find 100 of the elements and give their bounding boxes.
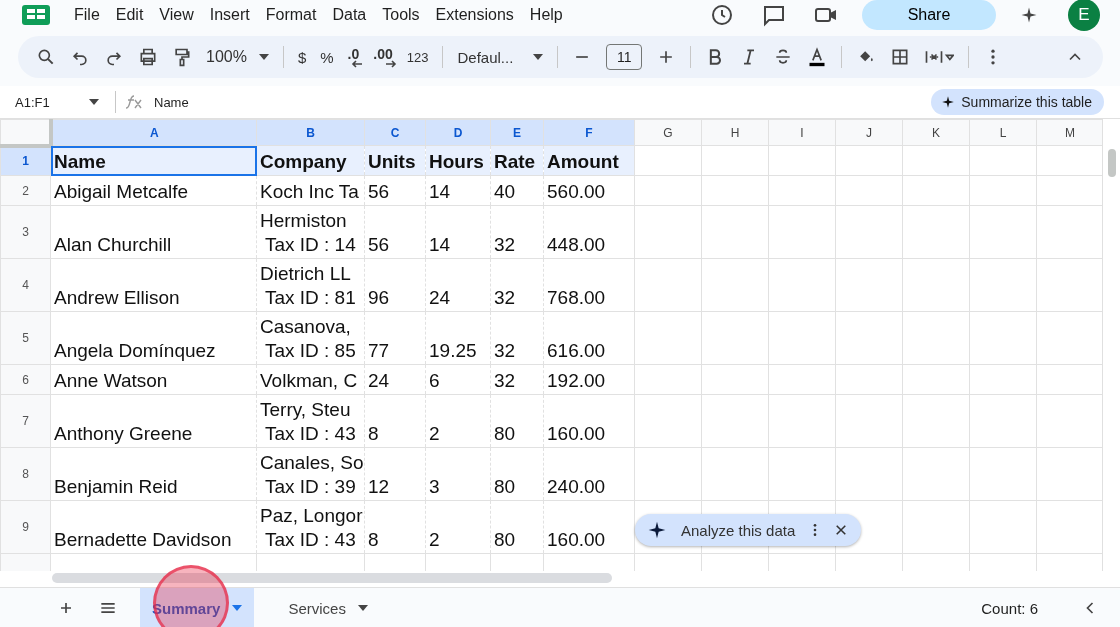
table-cell: 14	[429, 180, 451, 204]
column-header[interactable]: L	[969, 119, 1037, 146]
table-cell: 80	[494, 528, 516, 552]
analyze-chip[interactable]: Analyze this data	[635, 514, 862, 546]
table-cell: Hermiston Tax ID : 14	[260, 209, 356, 257]
account-avatar[interactable]: E	[1068, 0, 1100, 31]
table-cell: Amount	[547, 150, 619, 174]
number-format-button[interactable]: 123	[406, 49, 429, 65]
font-size-field[interactable]: 11	[606, 44, 643, 70]
table-cell: Hours	[429, 150, 484, 174]
table-cell: 80	[494, 422, 516, 446]
decrease-decimals-button[interactable]: .0	[347, 46, 360, 68]
table-cell: 6	[429, 369, 440, 393]
row-header[interactable]: 3	[0, 205, 51, 259]
menu-item[interactable]: View	[151, 6, 202, 24]
caret-icon	[258, 54, 269, 60]
search-icon[interactable]	[36, 47, 56, 67]
share-button[interactable]: Share	[862, 0, 996, 30]
comment-icon[interactable]	[762, 3, 786, 27]
table-cell: 19.25	[429, 339, 477, 363]
column-header[interactable]: B	[256, 119, 365, 146]
table-cell: Name	[54, 150, 106, 174]
menu-item[interactable]: Extensions	[427, 6, 522, 24]
function-icon	[126, 95, 144, 109]
column-header[interactable]: F	[543, 119, 635, 146]
column-header[interactable]: G	[634, 119, 702, 146]
table-cell: Anne Watson	[54, 369, 168, 393]
paint-format-icon[interactable]	[172, 47, 192, 67]
menu-item[interactable]: Data	[324, 6, 375, 24]
table-cell: 12	[368, 475, 390, 499]
sheet-tab[interactable]: Services	[276, 588, 380, 627]
table-cell: 8	[368, 528, 379, 552]
menu-item[interactable]: Tools	[374, 6, 428, 24]
column-header[interactable]: D	[425, 119, 491, 146]
menu-item[interactable]: Insert	[201, 6, 258, 24]
close-icon[interactable]	[835, 523, 848, 537]
table-cell: 96	[368, 286, 390, 310]
analyze-label[interactable]: Analyze this data	[681, 521, 796, 539]
table-cell: 32	[494, 369, 516, 393]
table-cell: Anthony Greene	[54, 422, 193, 446]
table-cell: 768.00	[547, 286, 606, 310]
formula-field[interactable]: Name	[154, 94, 189, 110]
column-header[interactable]: H	[701, 119, 769, 146]
row-header[interactable]: 9	[0, 500, 51, 554]
table-cell: Volkman, C	[260, 369, 358, 393]
row-header[interactable]: 7	[0, 394, 51, 448]
column-header[interactable]: C	[364, 119, 426, 146]
status-count: Count: 6	[981, 599, 1038, 617]
menu-item[interactable]: Help	[521, 6, 571, 24]
table-cell: 160.00	[547, 528, 606, 552]
arrow-right-icon	[384, 60, 397, 68]
column-header[interactable]: K	[902, 119, 970, 146]
column-header[interactable]: M	[1036, 119, 1102, 146]
table-cell: 240.00	[547, 475, 606, 499]
menu-item[interactable]: Edit	[107, 6, 152, 24]
table-cell: 32	[494, 339, 516, 363]
table-cell: 32	[494, 233, 516, 257]
percent-button[interactable]: %	[320, 48, 334, 66]
summarize-button[interactable]: Summarize this table	[931, 89, 1104, 115]
column-header[interactable]: E	[490, 119, 544, 146]
menu-item[interactable]: Format	[257, 6, 325, 24]
row-header[interactable]: 4	[0, 258, 51, 312]
table-cell: Alan Churchill	[54, 233, 172, 257]
name-box[interactable]: A1:F1	[15, 94, 79, 110]
row-header[interactable]: 2	[0, 175, 51, 206]
table-cell: 56	[368, 180, 390, 204]
text-color-icon[interactable]	[807, 47, 828, 67]
caret-icon[interactable]	[89, 99, 99, 105]
column-header[interactable]: J	[835, 119, 903, 146]
table-cell: 40	[494, 180, 516, 204]
table-cell: Terry, Steu Tax ID : 43	[260, 398, 356, 446]
table-cell: Units	[368, 150, 416, 174]
table-cell: 560.00	[547, 180, 606, 204]
row-header[interactable]: 6	[0, 364, 51, 395]
table-cell: Rate	[494, 150, 536, 174]
row-header[interactable]: 5	[0, 311, 51, 365]
history-icon[interactable]	[710, 3, 734, 27]
row-header[interactable]: 8	[0, 447, 51, 501]
menu-item[interactable]: File	[66, 6, 108, 24]
table-cell: 192.00	[547, 369, 606, 393]
print-icon[interactable]	[138, 47, 158, 67]
horizontal-scrollbar[interactable]	[52, 573, 612, 583]
table-cell: 32	[494, 286, 516, 310]
column-header[interactable]: A	[50, 119, 257, 146]
caret-icon	[533, 54, 544, 60]
table-cell: Bernadette Davidson	[54, 528, 232, 552]
increase-decimals-button[interactable]: .00	[373, 46, 393, 68]
borders-icon[interactable]	[890, 47, 911, 67]
zoom-dropdown[interactable]: 100%	[206, 48, 269, 66]
column-header[interactable]: I	[768, 119, 836, 146]
table-cell: 160.00	[547, 422, 606, 446]
font-dropdown[interactable]: Defaul...	[457, 48, 544, 66]
caret-icon	[357, 605, 368, 611]
table-cell: Canales, So Tax ID : 39	[260, 451, 364, 499]
table-cell: 448.00	[547, 233, 606, 257]
table-cell: 2	[429, 528, 440, 552]
table-cell: 24	[368, 369, 390, 393]
sheets-logo-icon[interactable]	[22, 5, 50, 25]
table-cell: Abigail Metcalfe	[54, 180, 189, 204]
currency-button[interactable]: $	[297, 48, 307, 66]
